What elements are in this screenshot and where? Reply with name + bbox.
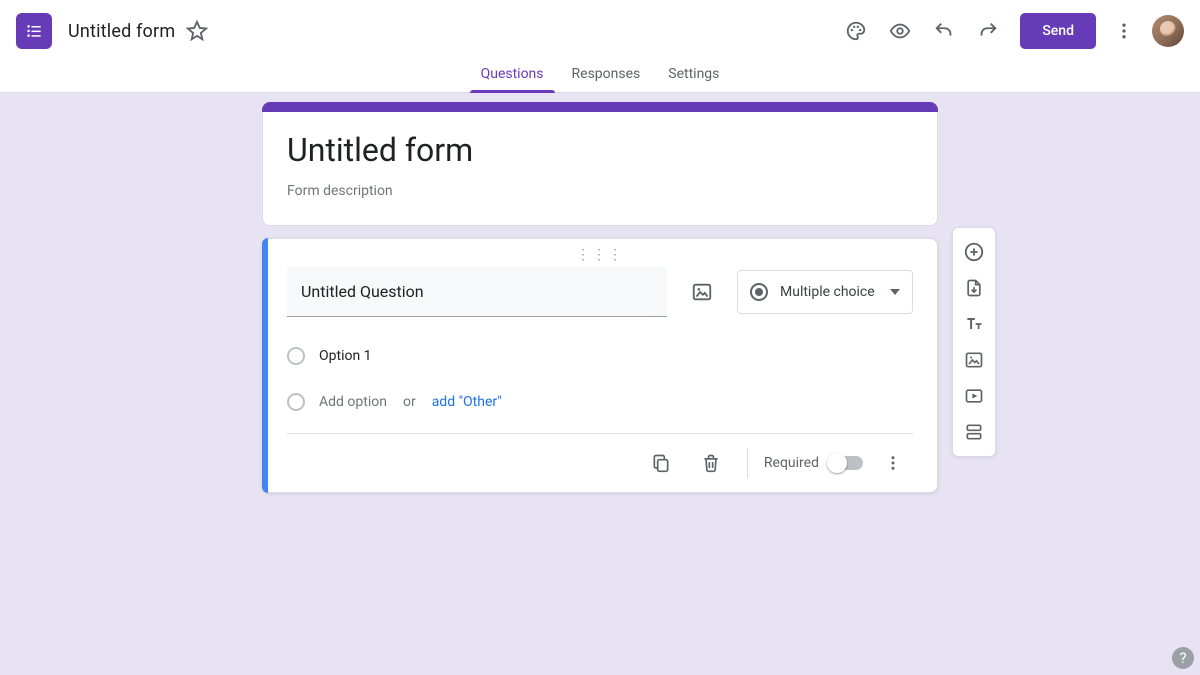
tab-questions[interactable]: Questions [478,66,547,92]
question-card[interactable]: ⋮⋮⋮ Multiple choice [262,238,938,493]
preview-button[interactable] [880,11,920,51]
copy-icon [651,453,671,473]
eye-icon [889,20,911,42]
star-outline-icon [186,20,208,42]
undo-icon [933,20,955,42]
more-vert-icon [884,454,902,472]
header-bar: Untitled form Send [0,0,1200,62]
account-avatar[interactable] [1152,15,1184,47]
text-icon [964,314,984,334]
add-option-text[interactable]: Add option [319,394,387,410]
question-type-label: Multiple choice [780,284,875,300]
help-button[interactable]: ? [1172,647,1194,669]
delete-question-button[interactable] [691,443,731,483]
add-question-button[interactable] [956,234,992,270]
palette-icon [845,20,867,42]
question-more-button[interactable] [873,443,913,483]
import-questions-button[interactable] [956,270,992,306]
tab-settings[interactable]: Settings [665,66,722,92]
required-label: Required [764,455,819,471]
help-icon: ? [1179,649,1186,667]
more-vert-icon [1114,21,1134,41]
add-other-link[interactable]: add "Other" [432,394,502,410]
more-menu-button[interactable] [1104,11,1144,51]
question-title-input[interactable] [287,267,667,317]
star-button[interactable] [185,19,209,43]
separator [747,448,748,478]
form-title-input[interactable]: Untitled form [287,131,913,169]
trash-icon [701,453,721,473]
add-image-button[interactable] [956,342,992,378]
option-row[interactable]: Option 1 [287,339,913,373]
tab-responses[interactable]: Responses [569,66,644,92]
form-description-input[interactable]: Form description [287,183,913,199]
customize-theme-button[interactable] [836,11,876,51]
document-title[interactable]: Untitled form [68,21,175,42]
drag-handle-icon[interactable]: ⋮⋮⋮ [287,247,913,263]
redo-icon [977,20,999,42]
option-text[interactable]: Option 1 [319,348,372,364]
editor-canvas: Untitled form Form description ⋮⋮⋮ Multi… [0,93,1200,493]
video-icon [964,386,984,406]
image-icon [691,281,713,303]
send-button[interactable]: Send [1020,13,1096,49]
plus-circle-icon [963,241,985,263]
import-icon [964,278,984,298]
add-option-row[interactable]: Add option or add "Other" [287,385,913,419]
form-header-card[interactable]: Untitled form Form description [262,103,938,226]
required-toggle[interactable] [829,456,863,470]
question-type-select[interactable]: Multiple choice [737,270,913,314]
image-icon [964,350,984,370]
undo-button[interactable] [924,11,964,51]
radio-icon [750,283,768,301]
forms-logo-icon [24,21,44,41]
add-video-button[interactable] [956,378,992,414]
or-label: or [403,394,416,410]
radio-outline-icon [287,393,305,411]
redo-button[interactable] [968,11,1008,51]
caret-down-icon [890,289,900,295]
forms-logo[interactable] [16,13,52,49]
add-title-button[interactable] [956,306,992,342]
section-icon [964,422,984,442]
duplicate-question-button[interactable] [641,443,681,483]
add-section-button[interactable] [956,414,992,450]
form-tabs: Questions Responses Settings [0,62,1200,93]
add-image-to-question-button[interactable] [681,271,723,313]
side-toolbar [952,227,996,457]
radio-outline-icon [287,347,305,365]
